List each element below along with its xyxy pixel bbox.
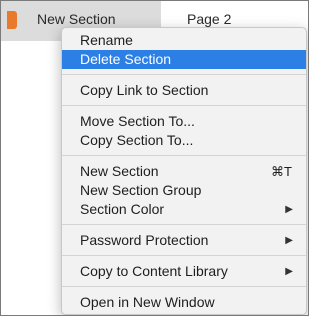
window-frame: New Section Page 2 Rename Delete Section C… [0,0,309,316]
triangle-right-icon: ▶ [285,235,293,246]
menu-item-copy-section-to[interactable]: Copy Section To... [62,131,306,150]
menu-item-open-in-new-window[interactable]: Open in New Window [62,293,306,312]
menu-item-label: Copy Link to Section [80,82,209,98]
menu-item-copy-link-to-section[interactable]: Copy Link to Section [62,81,306,100]
menu-item-password-protection[interactable]: Password Protection ▶ [62,231,306,250]
context-menu: Rename Delete Section Copy Link to Section… [61,27,307,315]
menu-separator [62,224,306,225]
menu-item-label: Copy to Content Library [80,263,228,279]
section-tab-label: New Section [37,11,116,27]
menu-item-label: Delete Section [80,51,172,67]
menu-item-label: Move Section To... [80,113,195,129]
menu-item-copy-to-content-library[interactable]: Copy to Content Library ▶ [62,262,306,281]
menu-item-label: Rename [80,32,133,48]
menu-item-move-section-to[interactable]: Move Section To... [62,112,306,131]
menu-item-label: Password Protection [80,232,209,248]
menu-item-rename[interactable]: Rename [62,31,306,50]
menu-item-section-color[interactable]: Section Color ▶ [62,200,306,219]
menu-separator [62,255,306,256]
menu-item-label: Open in New Window [80,294,215,310]
menu-separator [62,74,306,75]
triangle-right-icon: ▶ [285,266,293,277]
menu-separator [62,155,306,156]
menu-item-delete-section[interactable]: Delete Section [62,50,306,69]
menu-item-label: Section Color [80,201,165,217]
section-color-marker [7,11,17,29]
menu-item-new-section[interactable]: New Section ⌘T [62,162,306,181]
menu-item-label: Copy Section To... [80,132,194,148]
triangle-right-icon: ▶ [285,204,293,215]
menu-separator [62,105,306,106]
page-tab-label[interactable]: Page 2 [187,11,231,27]
menu-separator [62,286,306,287]
menu-item-label: New Section [80,163,159,179]
menu-item-label: New Section Group [80,182,202,198]
menu-item-new-section-group[interactable]: New Section Group [62,181,306,200]
shortcut-label: ⌘T [271,164,292,179]
